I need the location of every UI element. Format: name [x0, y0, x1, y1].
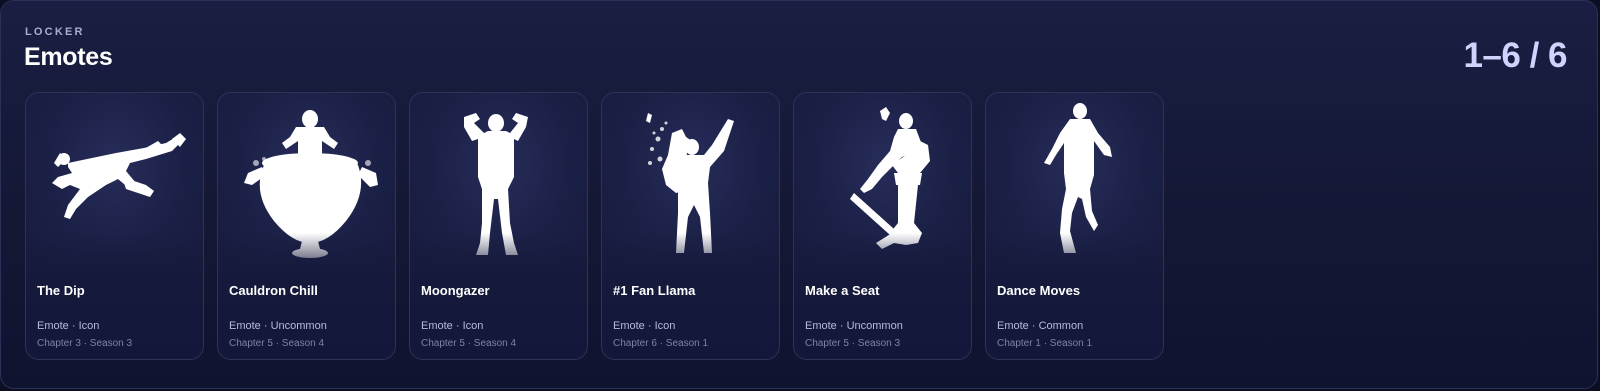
the-dip-silhouette-icon [52, 133, 186, 219]
make-a-seat-silhouette-icon [850, 107, 930, 249]
emote-art [218, 93, 395, 273]
emote-type-rarity: Emote · Common [997, 320, 1084, 332]
emote-season: Chapter 5 · Season 4 [229, 338, 325, 349]
emote-season: Chapter 5 · Season 4 [421, 338, 517, 349]
emote-name: Dance Moves [997, 283, 1081, 298]
page-title: Emotes [24, 43, 113, 71]
emote-type-rarity: Emote · Icon [613, 320, 676, 332]
emote-card-moongazer[interactable]: Moongazer Emote · Icon Chapter 5 · Seaso… [409, 92, 588, 360]
emote-card-fan-llama[interactable]: #1 Fan Llama Emote · Icon Chapter 6 · Se… [601, 92, 780, 360]
emotes-locker-panel: LOCKER Emotes 1–6 / 6 The Dip Emote · Ic… [0, 0, 1598, 389]
dance-moves-silhouette-icon [1044, 103, 1112, 253]
cauldron-chill-silhouette-icon [244, 110, 378, 258]
emote-season: Chapter 5 · Season 3 [805, 338, 901, 349]
emote-name: Cauldron Chill [229, 283, 318, 298]
fan-llama-silhouette-icon [646, 113, 734, 253]
section-eyebrow: LOCKER [25, 26, 85, 38]
emote-card-cauldron-chill[interactable]: Cauldron Chill Emote · Uncommon Chapter … [217, 92, 396, 360]
emote-card-the-dip[interactable]: The Dip Emote · Icon Chapter 3 · Season … [25, 92, 204, 360]
emote-name: The Dip [37, 283, 85, 298]
emote-card-make-a-seat[interactable]: Make a Seat Emote · Uncommon Chapter 5 ·… [793, 92, 972, 360]
emote-art [602, 93, 779, 273]
emote-art [410, 93, 587, 273]
emote-season: Chapter 6 · Season 1 [613, 338, 709, 349]
emote-season: Chapter 3 · Season 3 [37, 338, 133, 349]
item-counter: 1–6 / 6 [1463, 36, 1567, 75]
emote-season: Chapter 1 · Season 1 [997, 338, 1093, 349]
emote-name: #1 Fan Llama [613, 283, 696, 298]
emote-type-rarity: Emote · Uncommon [229, 320, 327, 332]
emote-name: Make a Seat [805, 283, 880, 298]
emote-card-dance-moves[interactable]: Dance Moves Emote · Common Chapter 1 · S… [985, 92, 1164, 360]
emote-card-list: The Dip Emote · Icon Chapter 3 · Season … [25, 92, 1164, 360]
emote-art [26, 93, 203, 273]
emote-name: Moongazer [421, 283, 490, 298]
emote-art [986, 93, 1163, 273]
emote-art [794, 93, 971, 273]
emote-type-rarity: Emote · Icon [421, 320, 484, 332]
emote-type-rarity: Emote · Icon [37, 320, 100, 332]
moongazer-silhouette-icon [464, 113, 528, 255]
emote-type-rarity: Emote · Uncommon [805, 320, 903, 332]
